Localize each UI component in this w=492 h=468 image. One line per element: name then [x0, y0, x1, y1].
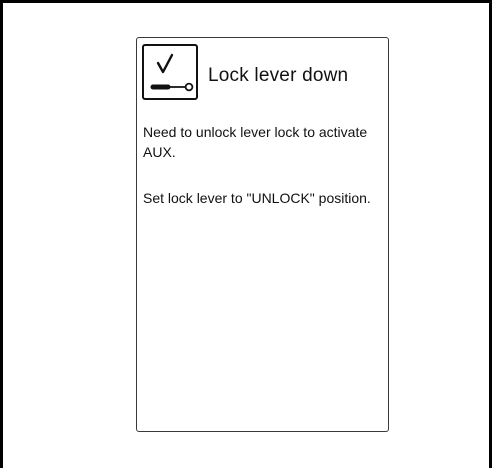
dialog-body: Need to unlock lever lock to activate AU…	[143, 122, 375, 234]
dialog-message: Need to unlock lever lock to activate AU…	[143, 124, 368, 160]
warning-dialog: Lock lever down Need to unlock lever loc…	[136, 37, 389, 432]
lock-lever-down-icon	[142, 44, 198, 100]
dialog-title: Lock lever down	[208, 65, 349, 86]
screen-frame: Lock lever down Need to unlock lever loc…	[0, 0, 492, 468]
dialog-message: Set lock lever to "UNLOCK" position.	[143, 190, 371, 206]
